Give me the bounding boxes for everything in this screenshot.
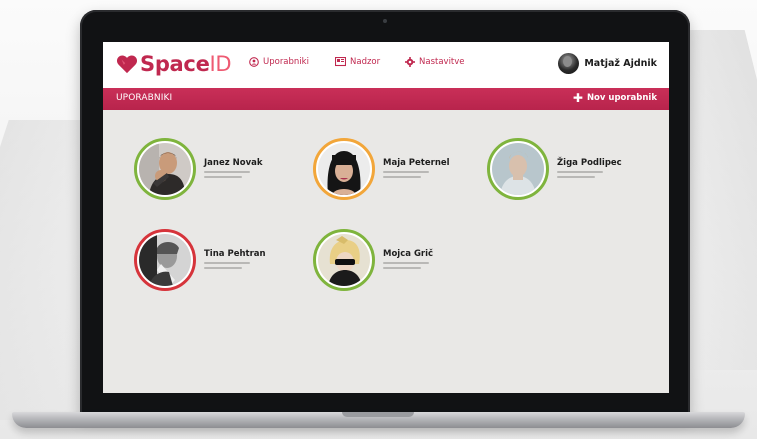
- user-status-ring: [134, 229, 196, 291]
- user-detail-placeholder: [204, 266, 242, 269]
- user-status-ring: [487, 138, 549, 200]
- user-detail-placeholder: [557, 175, 595, 178]
- heart-logo-icon: [116, 55, 138, 74]
- laptop-base: [12, 412, 745, 428]
- current-user-avatar: [558, 53, 580, 74]
- user-detail-placeholder: [383, 175, 421, 178]
- laptop-hinge-notch: [342, 412, 414, 417]
- nav-item-label: Uporabniki: [263, 57, 309, 67]
- user-detail-placeholder: [383, 261, 429, 264]
- user-avatar: [139, 143, 191, 195]
- user-card[interactable]: Tina Pehtran: [134, 229, 266, 291]
- user-detail-placeholder: [557, 170, 603, 173]
- app-screen: SpaceID Uporabniki Nadzor Nastavitve Mat…: [103, 42, 669, 393]
- section-header-bar: UPORABNIKI ✚ Nov uporabnik: [103, 88, 669, 110]
- new-user-button[interactable]: ✚ Nov uporabnik: [573, 92, 657, 104]
- current-user-menu[interactable]: Matjaž Ajdnik: [558, 53, 657, 74]
- user-avatar: [139, 234, 191, 286]
- user-card[interactable]: Janez Novak: [134, 138, 263, 200]
- user-name: Mojca Grič: [383, 248, 434, 259]
- user-avatar: [318, 143, 370, 195]
- user-name: Tina Pehtran: [204, 248, 266, 259]
- nav-item-label: Nastavitve: [419, 57, 465, 67]
- user-avatar: [318, 234, 370, 286]
- user-name: Žiga Podlipec: [557, 157, 622, 168]
- top-navigation: SpaceID Uporabniki Nadzor Nastavitve Mat…: [103, 42, 669, 88]
- user-card[interactable]: Maja Peternel: [313, 138, 450, 200]
- user-card-text: Tina Pehtran: [204, 249, 266, 272]
- gear-icon: [405, 57, 415, 67]
- user-status-ring: [313, 138, 375, 200]
- user-detail-placeholder: [383, 266, 421, 269]
- laptop-camera: [383, 19, 387, 23]
- brand-name-accent: ID: [209, 52, 232, 76]
- user-status-ring: [313, 229, 375, 291]
- user-detail-placeholder: [204, 261, 250, 264]
- brand-logo[interactable]: SpaceID: [116, 50, 232, 78]
- user-card-text: Žiga Podlipec: [557, 158, 622, 181]
- page-background: SpaceID Uporabniki Nadzor Nastavitve Mat…: [0, 0, 757, 439]
- user-detail-placeholder: [383, 170, 429, 173]
- section-title: UPORABNIKI: [116, 93, 173, 103]
- plus-icon: ✚: [572, 91, 583, 105]
- current-user-name: Matjaž Ajdnik: [584, 58, 657, 69]
- user-card[interactable]: Mojca Grič: [313, 229, 433, 291]
- nav-item-label: Nadzor: [350, 57, 381, 67]
- user-card-text: Mojca Grič: [383, 249, 433, 272]
- user-detail-placeholder: [204, 175, 242, 178]
- user-status-ring: [134, 138, 196, 200]
- nav-item-settings[interactable]: Nastavitve: [405, 57, 465, 67]
- user-card-text: Janez Novak: [204, 158, 263, 181]
- user-name: Maja Peternel: [383, 157, 450, 168]
- user-avatar: [492, 143, 544, 195]
- user-name: Janez Novak: [204, 157, 263, 168]
- monitor-icon: [335, 57, 346, 67]
- brand-name: SpaceID: [140, 52, 232, 76]
- user-card-text: Maja Peternel: [383, 158, 450, 181]
- brand-name-main: Space: [140, 52, 210, 76]
- user-list: Janez Novak Maja Peternel Žiga Podlipec …: [103, 110, 669, 393]
- nav-item-overview[interactable]: Nadzor: [335, 57, 380, 67]
- user-detail-placeholder: [204, 170, 250, 173]
- user-card[interactable]: Žiga Podlipec: [487, 138, 622, 200]
- new-user-label: Nov uporabnik: [586, 93, 657, 103]
- nav-item-users[interactable]: Uporabniki: [249, 57, 309, 67]
- user-icon: [249, 57, 259, 67]
